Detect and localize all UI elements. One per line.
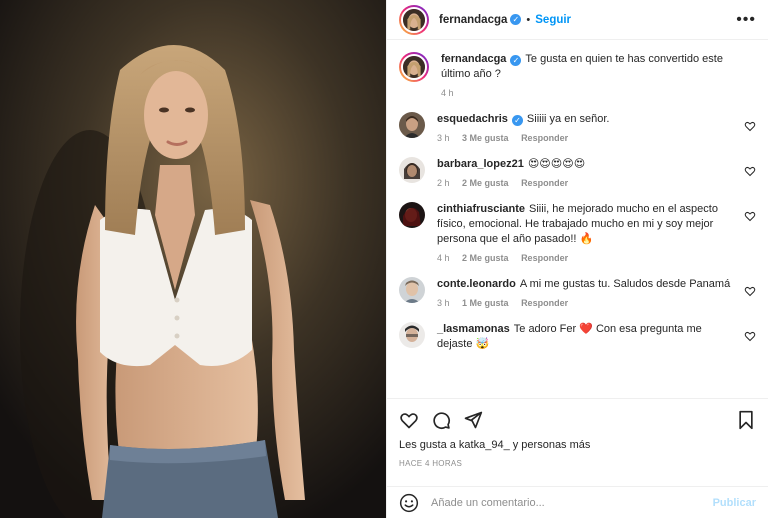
- commenter-avatar[interactable]: [399, 157, 425, 183]
- comment-item: conte.leonardo A mi me gustas tu. Saludos…: [399, 277, 756, 308]
- commenter-username[interactable]: conte.leonardo: [437, 278, 516, 290]
- commenter-username[interactable]: esquedachris: [437, 113, 508, 125]
- commenter-avatar-image: [399, 112, 425, 138]
- comment-item: esquedachris ✓ Siiiii ya en señor. 3 h 3 M…: [399, 112, 756, 143]
- commenter-username[interactable]: barbara_lopez21: [437, 158, 524, 170]
- comment-text: Siiiii ya en señor.: [526, 113, 610, 125]
- verified-badge-icon: ✓: [510, 55, 522, 66]
- comment-likes[interactable]: 2 Me gusta: [462, 253, 509, 263]
- emoji-smiley-icon[interactable]: [399, 493, 419, 513]
- reply-button[interactable]: Responder: [521, 133, 568, 143]
- comment-likes[interactable]: 2 Me gusta: [462, 178, 509, 188]
- commenter-avatar[interactable]: [399, 322, 425, 348]
- caption-username[interactable]: fernandacga: [441, 53, 506, 65]
- add-comment-bar: Publicar: [387, 486, 768, 518]
- author-avatar[interactable]: [399, 4, 429, 35]
- share-send-icon[interactable]: [463, 410, 483, 430]
- comment-time[interactable]: 3 h: [437, 133, 450, 143]
- comment-time[interactable]: 2 h: [437, 178, 450, 188]
- publish-button[interactable]: Publicar: [713, 497, 756, 509]
- like-comment-heart-icon[interactable]: [744, 285, 756, 297]
- comment-bubble-icon[interactable]: [431, 410, 451, 430]
- caption-avatar-image: [403, 56, 425, 78]
- comment-time[interactable]: 4 h: [437, 253, 450, 263]
- commenter-avatar[interactable]: [399, 202, 425, 228]
- like-comment-heart-icon[interactable]: [744, 120, 756, 132]
- woman-portrait-image: [0, 0, 386, 518]
- comment-item: barbara_lopez21 😍😍😍😍😍 2 h 2 Me gusta Resp…: [399, 157, 756, 188]
- post-header: fernandacga ✓ • Seguir •••: [387, 0, 768, 40]
- comments-list[interactable]: fernandacga ✓ Te gusta en quien te has con…: [387, 40, 768, 398]
- comment-text: A mi me gustas tu. Saludos desde Panamá: [519, 278, 731, 290]
- author-username[interactable]: fernandacga: [439, 14, 507, 26]
- caption-time[interactable]: 4 h: [441, 88, 454, 98]
- verified-badge-icon: ✓: [511, 115, 523, 126]
- like-comment-heart-icon[interactable]: [744, 165, 756, 177]
- commenter-avatar[interactable]: [399, 112, 425, 138]
- follow-button[interactable]: Seguir: [535, 14, 571, 26]
- like-comment-heart-icon[interactable]: [744, 330, 756, 342]
- commenter-avatar-image: [399, 322, 425, 348]
- comment-text: 😍😍😍😍😍: [527, 158, 586, 170]
- comment-likes[interactable]: 3 Me gusta: [462, 133, 509, 143]
- more-options-icon[interactable]: •••: [736, 11, 756, 29]
- commenter-avatar-image: [399, 202, 425, 228]
- commenter-username[interactable]: cinthiafrusciante: [437, 203, 525, 215]
- commenter-username[interactable]: _lasmamonas: [437, 323, 510, 335]
- caption-avatar[interactable]: [399, 52, 429, 82]
- comment-time[interactable]: 3 h: [437, 298, 450, 308]
- post-timestamp[interactable]: HACE 4 HORAS: [399, 459, 756, 468]
- instagram-post: fernandacga ✓ • Seguir ••• fernandacga ✓…: [0, 0, 768, 518]
- like-heart-icon[interactable]: [399, 410, 419, 430]
- comment-input[interactable]: [431, 496, 713, 509]
- bookmark-save-icon[interactable]: [736, 410, 756, 430]
- post-side-panel: fernandacga ✓ • Seguir ••• fernandacga ✓…: [386, 0, 768, 518]
- verified-badge-icon: ✓: [510, 14, 522, 25]
- comment-likes[interactable]: 1 Me gusta: [462, 298, 509, 308]
- commenter-avatar-image: [399, 277, 425, 303]
- commenter-avatar[interactable]: [399, 277, 425, 303]
- commenter-avatar-image: [399, 157, 425, 183]
- post-photo[interactable]: [0, 0, 386, 518]
- comment-item: cinthiafrusciante Siiii, he mejorado much…: [399, 202, 756, 263]
- like-comment-heart-icon[interactable]: [744, 210, 756, 222]
- caption: fernandacga ✓ Te gusta en quien te has con…: [399, 52, 756, 98]
- likes-summary[interactable]: Les gusta a katka_94_ y personas más: [399, 439, 756, 451]
- comment-item: _lasmamonas Te adoro Fer ❤️ Con esa pregu…: [399, 322, 756, 352]
- reply-button[interactable]: Responder: [521, 178, 568, 188]
- reply-button[interactable]: Responder: [521, 253, 568, 263]
- separator-dot: •: [526, 13, 531, 26]
- author-avatar-image: [403, 8, 425, 31]
- post-actions: Les gusta a katka_94_ y personas más HAC…: [387, 398, 768, 486]
- reply-button[interactable]: Responder: [521, 298, 568, 308]
